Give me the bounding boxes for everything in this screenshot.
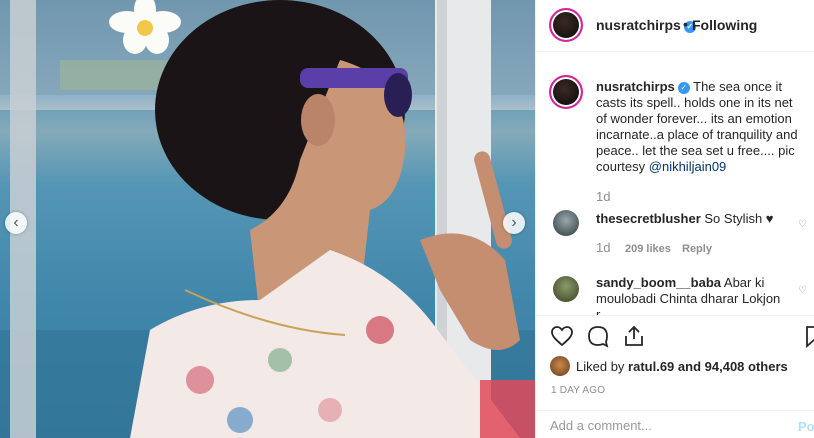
author-username[interactable]: nusratchirps ✓ (596, 17, 696, 33)
post-photo[interactable]: ‹ › (0, 0, 535, 438)
liker-username[interactable]: ratul.69 (628, 359, 674, 374)
add-comment-bar: Post (536, 410, 814, 438)
liker-avatar[interactable] (550, 356, 570, 376)
caption-timestamp[interactable]: 1d (596, 189, 610, 204)
post-comment-button[interactable]: Post (798, 419, 814, 434)
post-actions: Liked by ratul.69 and 94,408 others 1 DA… (536, 315, 814, 438)
author-avatar[interactable] (549, 8, 583, 42)
heart-icon[interactable] (550, 324, 574, 348)
commenter-username[interactable]: thesecretblusher (596, 211, 701, 226)
following-button[interactable]: Following (692, 17, 757, 33)
next-photo-button[interactable]: › (503, 212, 525, 234)
caption-mention-link[interactable]: @nikhiljain09 (649, 159, 727, 174)
post-date[interactable]: 1 DAY AGO (551, 385, 605, 396)
caption-author-username[interactable]: nusratchirps (596, 79, 675, 94)
caption-author-avatar[interactable] (549, 75, 583, 109)
commenter-avatar[interactable] (553, 210, 579, 236)
likes-prefix: Liked by (576, 359, 625, 374)
comment-icon[interactable] (586, 324, 610, 348)
commenter-avatar[interactable] (553, 276, 579, 302)
like-comment-heart-icon[interactable]: ♡ (798, 285, 807, 296)
comment-item: sandy_boom__baba Abar ki moulobadi Chint… (596, 275, 786, 315)
post-side-panel: nusratchirps ✓ • Following nusratchirps ✓ … (535, 0, 814, 438)
previous-photo-button[interactable]: ‹ (5, 212, 27, 234)
comment-item: thesecretblusher So Stylish ♥ (596, 211, 786, 227)
comment-reply-button[interactable]: Reply (682, 243, 712, 255)
photo-illustration (0, 0, 535, 438)
comment-text: So Stylish ♥ (704, 211, 774, 226)
comments-list[interactable]: nusratchirps ✓ The sea once it casts its … (536, 53, 814, 315)
likes-summary: Liked by ratul.69 and 94,408 others (576, 359, 788, 374)
commenter-username[interactable]: sandy_boom__baba (596, 275, 721, 290)
like-comment-heart-icon[interactable]: ♡ (798, 219, 807, 230)
bookmark-icon[interactable] (802, 324, 814, 348)
verified-badge-icon: ✓ (677, 82, 690, 94)
separator-dot: • (683, 16, 688, 32)
author-username-text[interactable]: nusratchirps (596, 17, 681, 33)
comment-likes-count[interactable]: 209 likes (625, 243, 671, 255)
likes-others[interactable]: and 94,408 others (678, 359, 788, 374)
post-caption: nusratchirps ✓ The sea once it casts its … (596, 79, 806, 175)
comment-timestamp[interactable]: 1d (596, 240, 610, 255)
post-header: nusratchirps ✓ • Following (536, 0, 814, 52)
comment-input[interactable] (550, 418, 780, 433)
share-icon[interactable] (622, 324, 646, 348)
